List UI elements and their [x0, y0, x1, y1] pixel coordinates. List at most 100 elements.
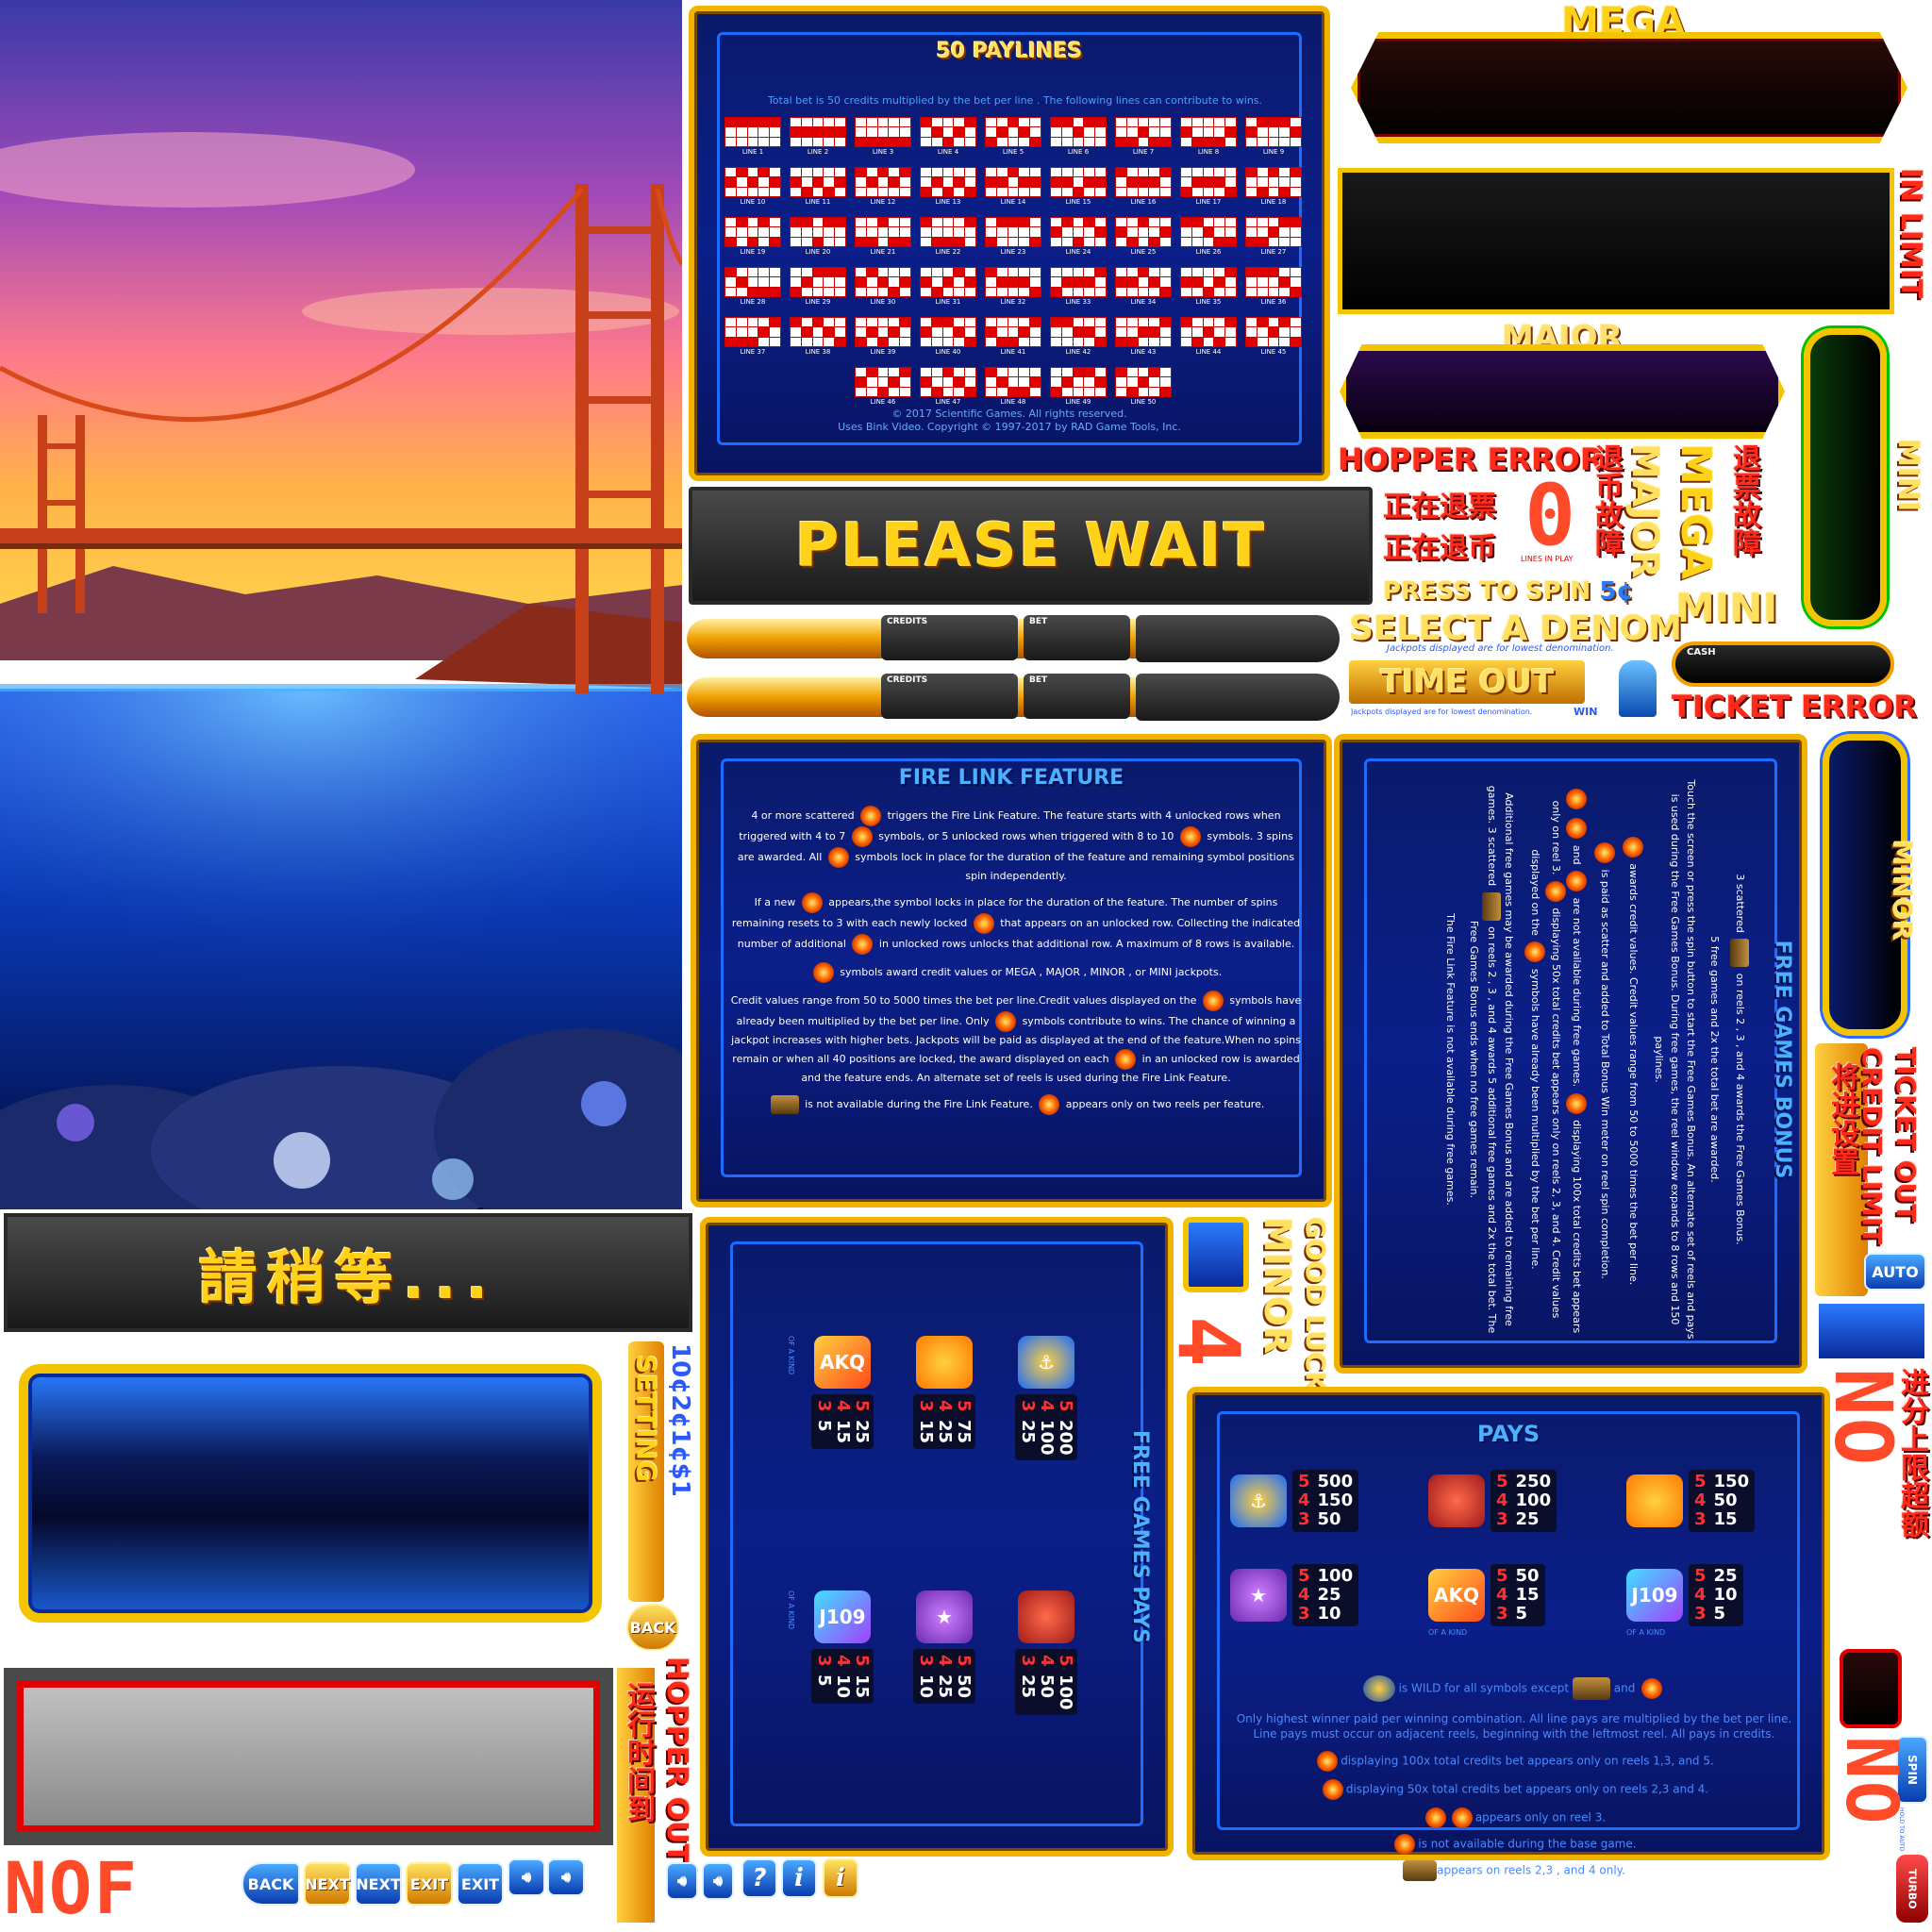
payline-cell	[1072, 166, 1085, 178]
volume-button[interactable]: 🔊︎	[508, 1858, 545, 1896]
pay-count: 3	[916, 1400, 936, 1412]
payline-cell	[855, 176, 867, 188]
pays-panel: PAYS ⚓ 5 500 4 150 3 50 5 250 4 100 3 25 5 150 4 50 3 15 ★ 5…	[1187, 1387, 1830, 1881]
cn-run-time-strip: 运行时间到	[617, 1668, 655, 1923]
payline-cell	[899, 136, 911, 148]
payline-cell	[1050, 386, 1062, 398]
payline-cell	[1018, 376, 1031, 388]
payline-cell	[1115, 186, 1127, 198]
pay-amount: 100	[1317, 1566, 1354, 1586]
fire-coin-icon	[973, 913, 994, 934]
payline-cell	[1083, 116, 1096, 128]
turbo-button[interactable]: TURBO	[1896, 1855, 1928, 1923]
payline-cell	[964, 186, 976, 198]
pays-note-mega: is not available during the base game.	[1221, 1834, 1807, 1855]
next-button-gold[interactable]: NEXT	[304, 1862, 351, 1906]
help-button[interactable]: ?	[741, 1858, 777, 1898]
fire-coin-icon	[1179, 826, 1201, 847]
payline-cell	[930, 366, 943, 378]
payline-cell	[758, 216, 771, 228]
payline-cell	[855, 226, 867, 238]
pay-count: 4	[1694, 1491, 1707, 1510]
volume-button-3[interactable]: 🔊︎	[702, 1862, 734, 1900]
payline-item: LINE 18	[1245, 166, 1302, 206]
payline-cell	[1213, 236, 1226, 248]
payline-cell	[1180, 266, 1192, 278]
payline-cell	[964, 176, 976, 188]
payline-cell	[953, 326, 966, 338]
payline-cell	[1050, 176, 1062, 188]
payline-cell	[1060, 226, 1074, 238]
payline-cell	[1094, 326, 1107, 338]
payline-cell	[1115, 366, 1127, 378]
payline-item: LINE 34	[1115, 266, 1172, 306]
payline-cell	[790, 126, 802, 138]
blue-square-indicator	[1819, 1304, 1924, 1358]
info-button[interactable]: i	[781, 1858, 817, 1898]
pay-count: 4	[1694, 1585, 1707, 1605]
payline-cell	[1050, 326, 1062, 338]
payline-cell	[1213, 176, 1226, 188]
payline-cell	[1018, 176, 1031, 188]
payline-cell	[1029, 116, 1041, 128]
payline-cell	[888, 116, 901, 128]
payline-cell	[735, 116, 748, 128]
volume-button-alt[interactable]: 🔊︎	[547, 1858, 585, 1896]
free-pay-symbol-entry: AKQ 525 415 35 OF A KIND	[787, 1336, 885, 1553]
payline-cell	[1072, 316, 1085, 328]
payline-item: LINE 3	[855, 116, 911, 156]
pay-count: 4	[1496, 1491, 1508, 1510]
free-pay-row: 3 25	[1018, 1655, 1038, 1709]
payline-cell	[1224, 276, 1237, 288]
payline-cell	[985, 276, 997, 288]
volume-button-2[interactable]: 🔊︎	[666, 1862, 698, 1900]
payline-cell	[1267, 316, 1280, 328]
payline-cell	[985, 376, 997, 388]
payline-cell	[1278, 326, 1291, 338]
payline-cell	[1115, 176, 1127, 188]
payline-cell	[1267, 226, 1280, 238]
payline-cell	[1029, 326, 1041, 338]
payline-item: LINE 16	[1115, 166, 1172, 206]
payline-cell	[1202, 276, 1215, 288]
next-button[interactable]: NEXT	[355, 1862, 402, 1906]
free-pay-values: 5 100 4 50 3 25	[1015, 1649, 1077, 1716]
payline-diagram	[920, 366, 976, 398]
payline-cell	[985, 176, 997, 188]
exit-button[interactable]: EXIT	[457, 1862, 504, 1906]
lines-in-play-label: LINES IN PLAY	[1521, 555, 1574, 563]
pay-amount: 15	[833, 1419, 853, 1443]
pay-amount: 150	[1317, 1491, 1354, 1510]
fire-coin-icon	[852, 934, 874, 955]
payline-diagram	[1180, 116, 1237, 148]
pay-count: 4	[833, 1400, 853, 1412]
payline-cell	[1094, 276, 1107, 288]
payline-cell	[930, 276, 943, 288]
auto-button[interactable]: AUTO	[1864, 1253, 1926, 1291]
payline-cell	[1256, 336, 1269, 348]
payline-cell	[995, 166, 1008, 178]
pay-symbol-entry: 5 150 4 50 3 15	[1626, 1458, 1815, 1543]
payline-label: LINE 36	[1260, 298, 1287, 306]
payline-item: LINE 43	[1115, 316, 1172, 356]
payline-cell	[1245, 236, 1257, 248]
payline-cell	[985, 286, 997, 298]
back-button[interactable]: BACK	[242, 1862, 300, 1906]
exit-button-gold[interactable]: EXIT	[406, 1862, 453, 1906]
payline-cell	[1007, 366, 1020, 378]
mini-jackpot-meter	[1804, 328, 1887, 626]
pay-count: 3	[814, 1655, 834, 1667]
payline-cell	[930, 126, 943, 138]
payline-item: LINE 30	[855, 266, 911, 306]
payline-cell	[758, 116, 771, 128]
payline-cell	[1267, 336, 1280, 348]
payline-cell	[735, 266, 748, 278]
info-button-gold[interactable]: i	[823, 1858, 858, 1898]
pays-note-mega-text: is not available during the base game.	[1418, 1837, 1637, 1851]
back-button-gold[interactable]: BACK	[626, 1604, 679, 1651]
payline-cell	[1094, 226, 1107, 238]
payline-cell	[865, 326, 878, 338]
payline-cell	[758, 186, 771, 198]
payline-cell	[758, 126, 771, 138]
payline-cell	[1083, 136, 1096, 148]
